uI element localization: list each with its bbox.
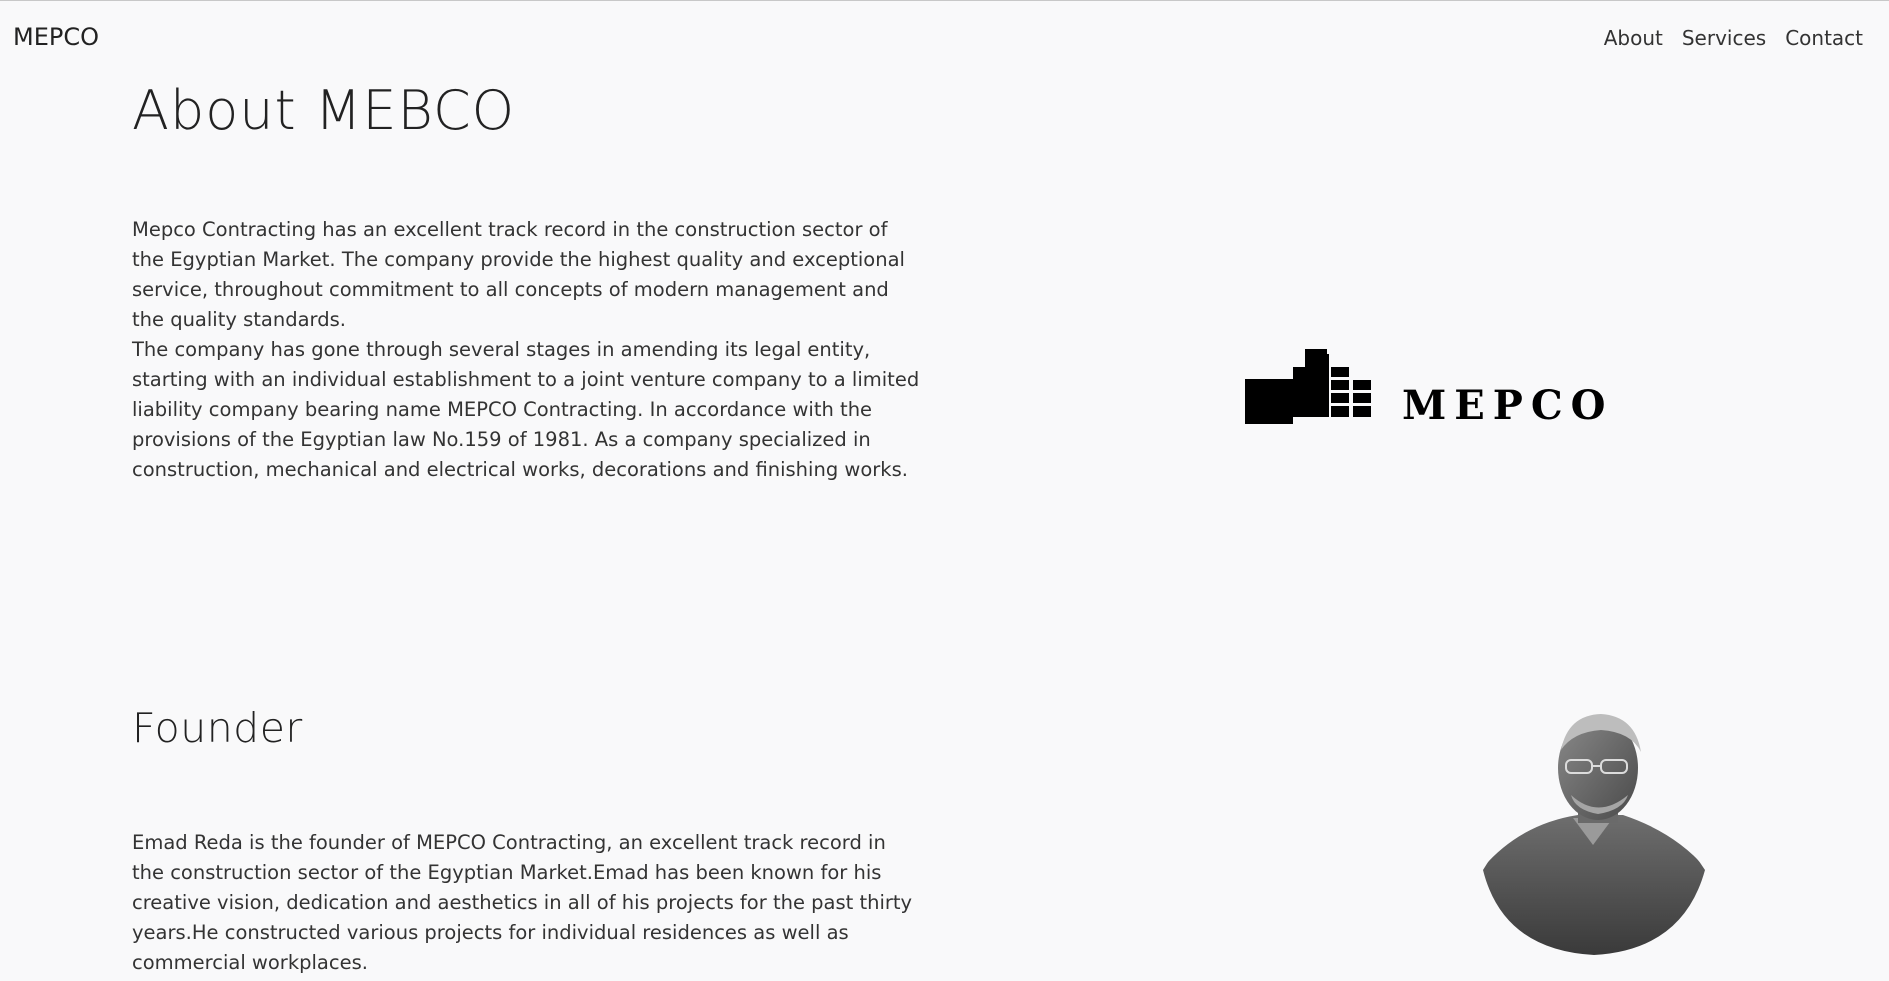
founder-paragraph: Emad Reda is the founder of MEPCO Contra… [132,831,913,974]
navbar: MEPCO About Services Contact [0,1,1889,75]
founder-title: Founder [132,704,303,752]
about-text: Mepco Contracting has an excellent track… [132,215,922,485]
about-title: About MEBCO [132,79,516,142]
nav-link-about[interactable]: About [1604,26,1663,50]
founder-photo [1483,714,1705,955]
mepco-logo-wordmark: MEPCO [1402,382,1614,429]
navbar-brand[interactable]: MEPCO [13,23,99,51]
founder-text: Emad Reda is the founder of MEPCO Contra… [132,828,922,978]
mepco-logo: MEPCO [1245,349,1625,429]
mepco-logo-mark-icon [1245,349,1371,424]
nav-links: About Services Contact [1604,26,1863,50]
nav-link-services[interactable]: Services [1682,26,1766,50]
about-paragraph-2: The company has gone through several sta… [132,338,920,481]
nav-link-contact[interactable]: Contact [1785,26,1863,50]
about-paragraph-1: Mepco Contracting has an excellent track… [132,218,905,331]
